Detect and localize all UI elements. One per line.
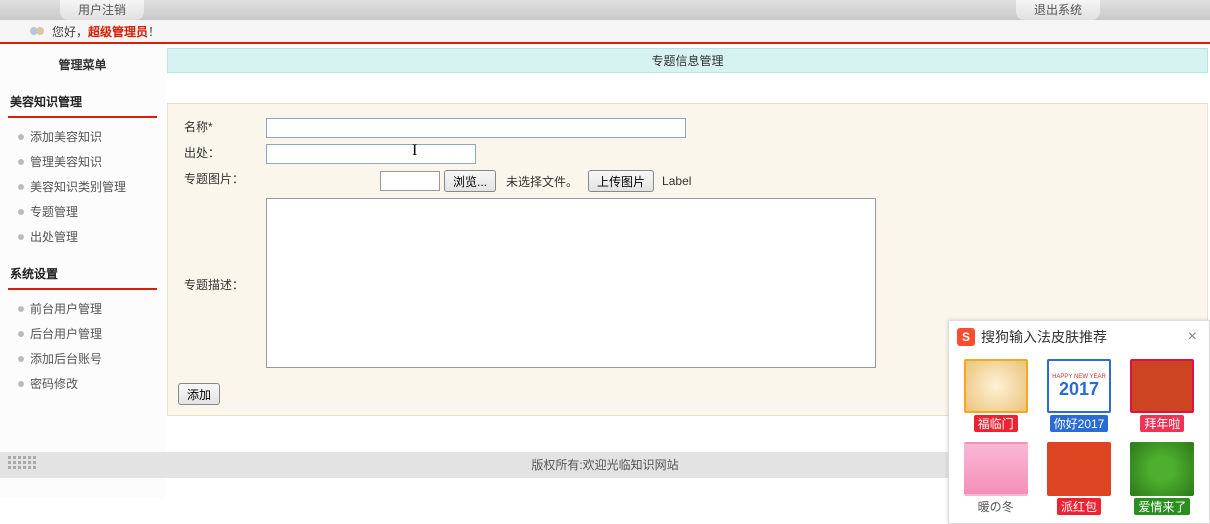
file-status: 未选择文件。 (506, 173, 578, 190)
bullet-icon (18, 234, 24, 240)
label-description: 专题描述： (180, 196, 260, 373)
sidebar-item-manage-knowledge[interactable]: 管理美容知识 (8, 149, 157, 174)
skin-item-nuandong[interactable]: 暖の冬 (959, 442, 1032, 515)
skin-thumb-icon (964, 442, 1028, 496)
bullet-icon (18, 159, 24, 165)
footer-text: 版权所有:欢迎光临知识网站 (531, 458, 678, 472)
sogou-title: 搜狗输入法皮肤推荐 (981, 327, 1178, 347)
image-label-text: Label (662, 174, 691, 188)
sidebar-item-label: 添加美容知识 (30, 128, 102, 145)
skin-caption: 你好2017 (1050, 415, 1109, 432)
sidebar-item-label: 美容知识类别管理 (30, 178, 126, 195)
sidebar-item-label: 专题管理 (30, 203, 78, 220)
footer-grip-icon (8, 456, 36, 469)
sidebar-item-label: 密码修改 (30, 375, 78, 392)
skin-thumb-icon (1047, 442, 1111, 496)
skin-caption: 派红包 (1057, 498, 1101, 515)
greeting-suffix: ！ (148, 25, 160, 39)
skin-thumb-icon: HAPPY NEW YEAR2017 (1047, 359, 1111, 413)
label-source: 出处： (180, 142, 260, 166)
users-icon (30, 24, 46, 38)
bullet-icon (18, 356, 24, 362)
skin-thumb-icon (1130, 442, 1194, 496)
skin-item-hongbao[interactable]: 派红包 (1042, 442, 1115, 515)
sidebar-item-label: 管理美容知识 (30, 153, 102, 170)
skin-caption: 福临门 (974, 415, 1018, 432)
sidebar-item-change-password[interactable]: 密码修改 (8, 371, 157, 396)
skin-caption: 暖の冬 (978, 500, 1014, 514)
sidebar-item-back-user[interactable]: 后台用户管理 (8, 321, 157, 346)
close-icon[interactable]: × (1184, 328, 1201, 346)
sidebar-item-add-back-account[interactable]: 添加后台账号 (8, 346, 157, 371)
sidebar-item-label: 出处管理 (30, 228, 78, 245)
description-textarea[interactable] (266, 198, 876, 368)
label-name: 名称* (180, 116, 260, 140)
submit-add-button[interactable]: 添加 (178, 383, 220, 405)
sidebar-item-add-knowledge[interactable]: 添加美容知识 (8, 124, 157, 149)
file-path-display (380, 171, 440, 191)
sogou-popup: S 搜狗输入法皮肤推荐 × 福临门 HAPPY NEW YEAR2017 你好20… (948, 320, 1210, 524)
menu-group-system: 系统设置 前台用户管理 后台用户管理 添加后台账号 密码修改 (8, 261, 157, 396)
greeting-text: 您好，超级管理员！ (52, 23, 160, 40)
bullet-icon (18, 134, 24, 140)
skin-item-fulinmen[interactable]: 福临门 (959, 359, 1032, 432)
sidebar-item-category-manage[interactable]: 美容知识类别管理 (8, 174, 157, 199)
label-image: 专题图片： (180, 168, 260, 194)
bullet-icon (18, 184, 24, 190)
name-input[interactable] (266, 118, 686, 138)
sidebar-item-label: 前台用户管理 (30, 300, 102, 317)
skin-caption: 拜年啦 (1140, 415, 1184, 432)
upload-button[interactable]: 上传图片 (588, 170, 654, 192)
section-title: 专题信息管理 (167, 48, 1208, 73)
sidebar: 管理菜单 美容知识管理 添加美容知识 管理美容知识 美容知识类别管理 专题管理 … (0, 44, 165, 498)
menu-group-knowledge: 美容知识管理 添加美容知识 管理美容知识 美容知识类别管理 专题管理 出处管理 (8, 89, 157, 249)
sidebar-item-topic-manage[interactable]: 专题管理 (8, 199, 157, 224)
sidebar-item-label: 添加后台账号 (30, 350, 102, 367)
browse-button[interactable]: 浏览... (444, 170, 496, 192)
group-title-system: 系统设置 (8, 261, 157, 290)
skin-item-aiqing[interactable]: 爱情来了 (1126, 442, 1199, 515)
greeting-name: 超级管理员 (88, 25, 148, 39)
bullet-icon (18, 306, 24, 312)
tab-user-logout[interactable]: 用户注销 (60, 0, 144, 20)
greeting-prefix: 您好， (52, 25, 88, 39)
sidebar-item-source-manage[interactable]: 出处管理 (8, 224, 157, 249)
skin-thumb-icon (964, 359, 1028, 413)
group-title-knowledge: 美容知识管理 (8, 89, 157, 118)
skin-item-2017[interactable]: HAPPY NEW YEAR2017 你好2017 (1042, 359, 1115, 432)
tab-exit-system[interactable]: 退出系统 (1016, 0, 1100, 20)
skin-caption: 爱情来了 (1134, 498, 1190, 515)
bullet-icon (18, 331, 24, 337)
bullet-icon (18, 381, 24, 387)
sogou-logo-icon: S (957, 328, 975, 346)
source-input[interactable] (266, 144, 476, 164)
top-tab-bar: 用户注销 退出系统 (0, 0, 1210, 20)
sidebar-item-label: 后台用户管理 (30, 325, 102, 342)
bullet-icon (18, 209, 24, 215)
greeting-bar: 您好，超级管理员！ (0, 20, 1210, 44)
menu-header: 管理菜单 (0, 44, 165, 83)
sidebar-item-front-user[interactable]: 前台用户管理 (8, 296, 157, 321)
skin-item-bainian[interactable]: 拜年啦 (1126, 359, 1199, 432)
skin-thumb-icon (1130, 359, 1194, 413)
